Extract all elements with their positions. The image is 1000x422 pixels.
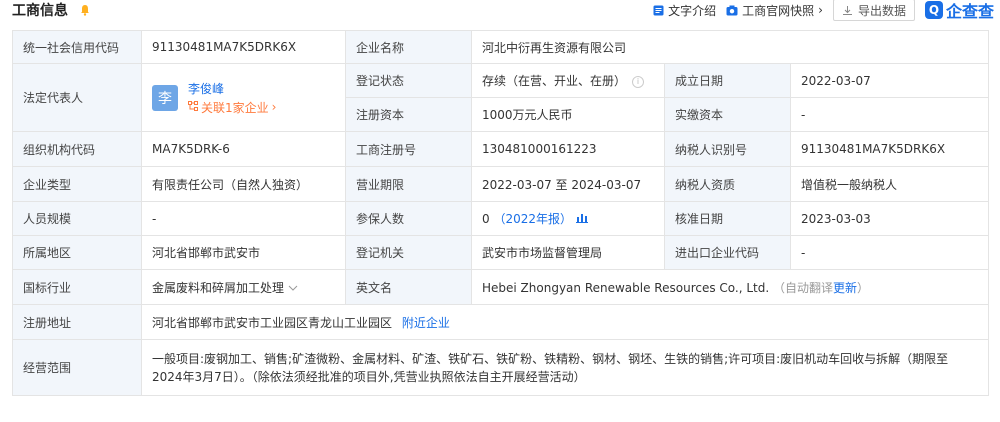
table-row: 经营范围 一般项目:废钢加工、销售;矿渣微粉、金属材料、矿渣、铁矿石、铁矿粉、铁… (12, 339, 990, 396)
nearby-companies-link[interactable]: 附近企业 (402, 316, 450, 330)
bar-chart-icon[interactable] (575, 212, 588, 226)
chevron-down-icon[interactable] (288, 281, 298, 295)
credit-code-label: 统一社会信用代码 (12, 30, 142, 64)
table-row: 企业类型 有限责任公司（自然人独资） 营业期限 2022-03-07 至 202… (12, 166, 990, 202)
address-label: 注册地址 (12, 304, 142, 340)
industry-cell: 金属废料和碎屑加工处理 (141, 269, 346, 305)
staff-size-label: 人员规模 (12, 201, 142, 236)
reg-status-cell: 存续（在营、开业、在册） i (471, 63, 665, 98)
export-data-button[interactable]: 导出数据 (832, 0, 915, 21)
found-date-value: 2022-03-07 (789, 63, 990, 98)
brand-logo: Q 企查查 (924, 0, 994, 22)
section-title: 工商信息 (12, 3, 68, 19)
import-export-label: 进出口企业代码 (664, 235, 791, 270)
header-actions: 文字介绍 工商官网快照 › 导出数据 Q 企查查 (652, 0, 994, 22)
scope-label: 经营范围 (12, 339, 142, 396)
text-intro-link[interactable]: 文字介绍 (652, 2, 716, 19)
credit-code-value: 91130481MA7K5DRK6X (141, 30, 346, 64)
bell-icon[interactable] (78, 3, 92, 17)
section-header: 工商信息 文字介绍 工商官网快照 › 导出数据 Q 企查查 (0, 0, 1000, 21)
annual-report-link[interactable]: （2022年报） (493, 212, 572, 226)
table-row: 人员规模 - 参保人数 0 （2022年报） 核准日期 2023-03-03 (12, 201, 990, 236)
official-snapshot-link[interactable]: 工商官网快照 › (726, 2, 823, 19)
biz-term-value: 2022-03-07 至 2024-03-07 (471, 166, 665, 202)
reg-authority-value: 武安市市场监督管理局 (471, 235, 665, 270)
address-cell: 河北省邯郸市武安市工业园区青龙山工业园区 附近企业 (140, 304, 990, 340)
reg-status-label: 登记状态 (345, 63, 472, 98)
info-icon[interactable]: i (632, 75, 645, 88)
company-type-label: 企业类型 (12, 166, 142, 202)
taxpayer-id-value: 91130481MA7K5DRK6X (789, 131, 990, 167)
business-info-table: 统一社会信用代码 91130481MA7K5DRK6X 企业名称 河北中衍再生资… (12, 30, 990, 396)
insured-cell: 0 （2022年报） (471, 201, 665, 236)
company-name-value: 河北中衍再生资源有限公司 (470, 30, 990, 64)
table-row: 法定代表人 李 李俊峰 关联1家企业 › 登记状态 存续（在营、开业、在册） i… (12, 63, 990, 132)
company-name-label: 企业名称 (345, 30, 472, 64)
paid-capital-label: 实缴资本 (664, 97, 791, 132)
import-export-value: - (789, 235, 990, 270)
update-link[interactable]: 更新 (833, 281, 857, 295)
document-icon (652, 4, 664, 16)
table-row: 组织机构代码 MA7K5DRK-6 工商注册号 130481000161223 … (12, 131, 990, 167)
scope-value: 一般项目:废钢加工、销售;矿渣微粉、金属材料、矿渣、铁矿石、铁矿粉、铁精粉、钢材… (140, 339, 990, 396)
approve-date-label: 核准日期 (664, 201, 791, 236)
taxpayer-id-label: 纳税人识别号 (664, 131, 791, 167)
chevron-right-icon: › (271, 100, 277, 114)
reg-capital-label: 注册资本 (345, 97, 472, 132)
header-left: 工商信息 (12, 0, 92, 20)
brand-q-icon: Q (924, 1, 943, 19)
english-name-cell: Hebei Zhongyan Renewable Resources Co., … (470, 269, 990, 305)
company-type-value: 有限责任公司（自然人独资） (141, 166, 346, 202)
legal-rep-label: 法定代表人 (12, 63, 142, 132)
biz-reg-no-label: 工商注册号 (345, 131, 472, 167)
related-companies-link[interactable]: 关联1家企业 › (188, 99, 276, 116)
chevron-right-icon: › (818, 3, 823, 17)
staff-size-value: - (141, 201, 346, 236)
found-date-label: 成立日期 (664, 63, 791, 98)
legal-rep-cell: 李 李俊峰 关联1家企业 › (141, 63, 346, 132)
table-row: 统一社会信用代码 91130481MA7K5DRK6X 企业名称 河北中衍再生资… (12, 30, 990, 64)
region-label: 所属地区 (12, 235, 142, 270)
biz-term-label: 营业期限 (345, 166, 472, 202)
network-icon (188, 100, 198, 114)
legal-rep-name-link[interactable]: 李俊峰 (188, 80, 276, 97)
table-row: 注册地址 河北省邯郸市武安市工业园区青龙山工业园区 附近企业 (12, 304, 990, 340)
table-row: 国标行业 金属废料和碎屑加工处理 英文名 Hebei Zhongyan Rene… (12, 269, 990, 305)
industry-label: 国标行业 (12, 269, 142, 305)
taxpayer-qual-label: 纳税人资质 (664, 166, 791, 202)
english-name-label: 英文名 (345, 269, 472, 305)
org-code-value: MA7K5DRK-6 (141, 131, 346, 167)
table-row: 所属地区 河北省邯郸市武安市 登记机关 武安市市场监督管理局 进出口企业代码 - (12, 235, 990, 270)
biz-reg-no-value: 130481000161223 (471, 131, 665, 167)
reg-capital-value: 1000万元人民币 (471, 97, 665, 132)
camera-icon (726, 4, 738, 16)
insured-label: 参保人数 (345, 201, 472, 236)
paid-capital-value: - (789, 97, 990, 132)
region-value: 河北省邯郸市武安市 (141, 235, 346, 270)
org-code-label: 组织机构代码 (12, 131, 142, 167)
download-icon (842, 4, 854, 16)
avatar[interactable]: 李 (152, 84, 178, 111)
taxpayer-qual-value: 增值税一般纳税人 (789, 166, 990, 202)
reg-authority-label: 登记机关 (345, 235, 472, 270)
approve-date-value: 2023-03-03 (789, 201, 990, 236)
